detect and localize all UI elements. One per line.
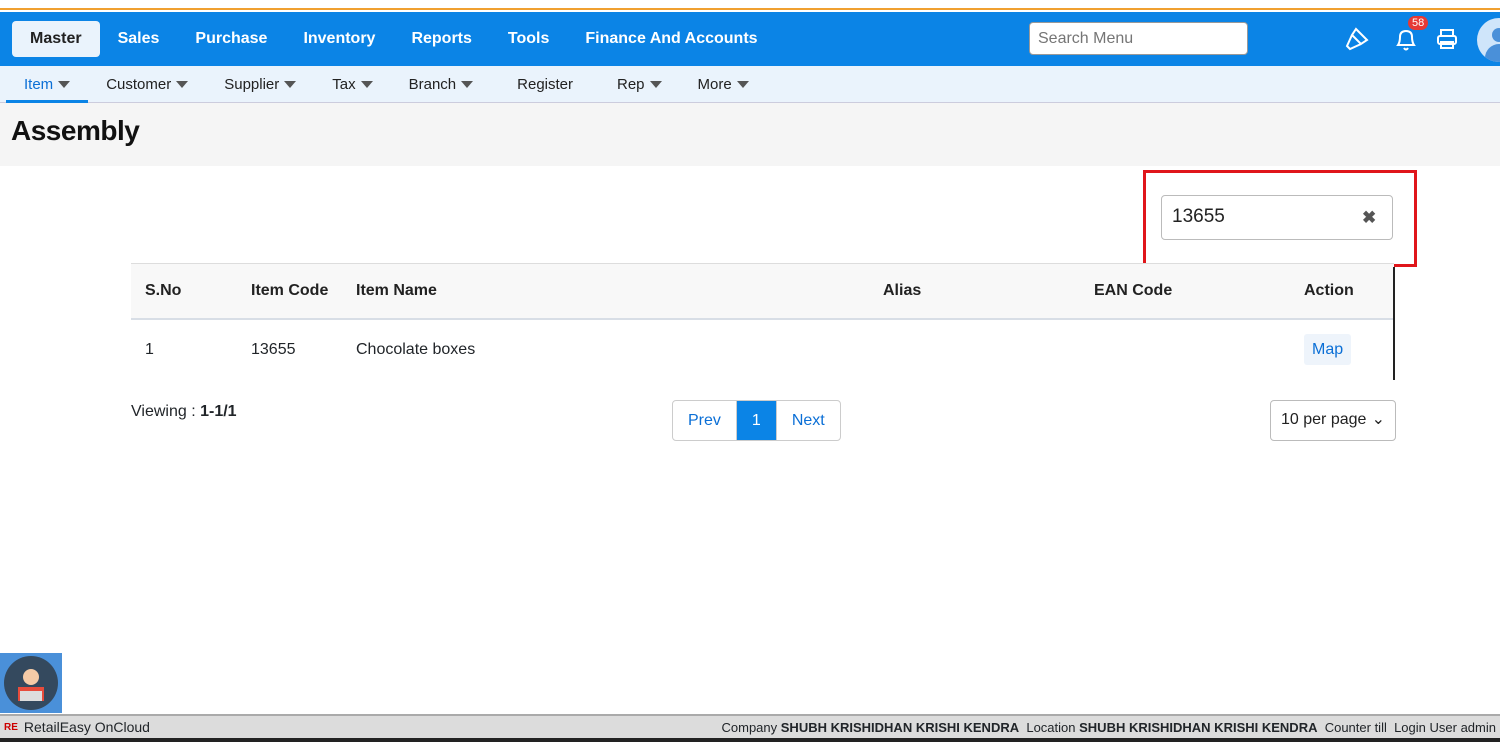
cell-sno: 1 <box>145 341 154 358</box>
cell-ean <box>1094 319 1304 381</box>
caret-down-icon <box>360 81 373 89</box>
cell-alias <box>883 319 1094 381</box>
title-bar: Assembly <box>0 103 1500 166</box>
nav-finance[interactable]: Finance And Accounts <box>567 30 775 48</box>
table-border <box>1393 267 1395 380</box>
clear-icon[interactable]: ✖ <box>1362 208 1376 228</box>
subnav-rep[interactable]: Rep <box>599 66 680 103</box>
col-action: Action <box>1304 263 1394 320</box>
chevron-down-icon: ⌄ <box>1371 411 1385 428</box>
nav-reports[interactable]: Reports <box>393 30 489 48</box>
caret-down-icon <box>176 81 189 89</box>
user-avatar[interactable] <box>1477 18 1500 62</box>
pagination: Prev 1 Next <box>672 400 841 441</box>
brush-icon[interactable] <box>1344 26 1370 52</box>
page-title: Assembly <box>11 115 140 146</box>
printer-icon[interactable] <box>1436 28 1458 50</box>
prev-button[interactable]: Prev <box>673 401 736 440</box>
caret-down-icon <box>461 81 474 89</box>
table-header: S.No Item Code Item Name Alias EAN Code … <box>131 263 1394 320</box>
caret-down-icon <box>284 81 297 89</box>
nav-inventory[interactable]: Inventory <box>285 30 393 48</box>
caret-down-icon <box>736 81 749 89</box>
status-bar: RE RetailEasy OnCloud Company SHUBH KRIS… <box>0 714 1500 738</box>
subnav-branch[interactable]: Branch <box>391 66 492 103</box>
col-ean: EAN Code <box>1094 263 1304 320</box>
subnav-customer[interactable]: Customer <box>88 66 206 103</box>
nav-master[interactable]: Master <box>12 21 100 57</box>
col-alias: Alias <box>883 263 1094 320</box>
next-button[interactable]: Next <box>777 401 840 440</box>
subnav-item[interactable]: Item <box>6 66 89 103</box>
subnav-register[interactable]: Register <box>491 66 599 103</box>
nav-tools[interactable]: Tools <box>490 30 567 48</box>
items-table: S.No Item Code Item Name Alias EAN Code … <box>131 263 1394 381</box>
filter-input[interactable]: 13655 <box>1161 195 1393 240</box>
subnav-supplier[interactable]: Supplier <box>206 66 314 103</box>
taskbar-edge <box>0 738 1500 742</box>
per-page-select[interactable]: 10 per page ⌄ <box>1270 400 1396 441</box>
browser-strip <box>0 0 1500 10</box>
caret-down-icon <box>649 81 662 89</box>
nav-sales[interactable]: Sales <box>100 30 178 48</box>
support-chat-avatar[interactable] <box>0 653 62 713</box>
page-1-button[interactable]: 1 <box>735 401 777 440</box>
sub-nav: Item Customer Supplier Tax Branch Regist… <box>0 66 1500 103</box>
search-menu-input[interactable] <box>1029 22 1248 55</box>
app-logo-icon: RE <box>4 721 18 733</box>
main-nav: Master Sales Purchase Inventory Reports … <box>0 12 1500 66</box>
subnav-more[interactable]: More <box>680 66 767 103</box>
col-sno: S.No <box>131 263 251 320</box>
table-row: 1 13655 Chocolate boxes Map <box>131 319 1394 381</box>
cell-code: 13655 <box>251 341 296 358</box>
notification-badge: 58 <box>1408 16 1429 30</box>
subnav-tax[interactable]: Tax <box>314 66 390 103</box>
cell-name: Chocolate boxes <box>356 341 476 358</box>
app-name: RetailEasy OnCloud <box>23 719 150 735</box>
map-button[interactable]: Map <box>1304 334 1352 365</box>
session-info: Company SHUBH KRISHIDHAN KRISHI KENDRA L… <box>721 719 1497 735</box>
caret-down-icon <box>58 81 71 89</box>
viewing-info: Viewing : 1-1/1 <box>131 403 237 420</box>
col-item-name: Item Name <box>356 263 883 320</box>
nav-purchase[interactable]: Purchase <box>177 30 285 48</box>
col-item-code: Item Code <box>251 263 356 320</box>
